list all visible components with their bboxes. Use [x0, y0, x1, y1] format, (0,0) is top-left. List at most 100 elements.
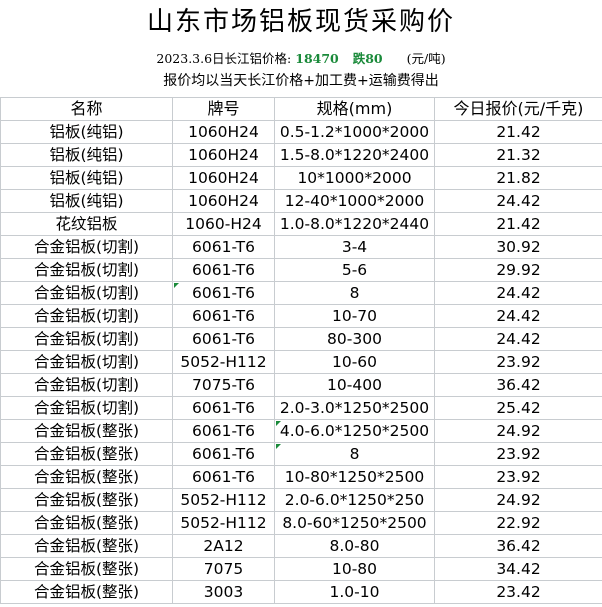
cell-price[interactable]: 34.42 — [434, 557, 602, 581]
cell-spec[interactable]: 2.0-3.0*1250*2500 — [274, 396, 435, 420]
cell-grade[interactable]: 1060H24 — [172, 143, 275, 167]
cell-spec[interactable]: 3-4 — [274, 235, 435, 259]
cell-price[interactable]: 25.42 — [434, 396, 602, 420]
cell-name[interactable]: 合金铝板(整张) — [0, 419, 173, 443]
cell-price[interactable]: 23.92 — [434, 442, 602, 466]
cell-grade[interactable]: 5052-H112 — [172, 488, 275, 512]
cell-spec[interactable]: 10-70 — [274, 304, 435, 328]
cell-spec[interactable]: 8 — [274, 442, 435, 466]
cell-price[interactable]: 24.42 — [434, 281, 602, 305]
table-row: 合金铝板(切割) 6061-T6 2.0-3.0*1250*2500 25.42 — [0, 396, 602, 420]
cell-name[interactable]: 合金铝板(切割) — [0, 235, 173, 259]
cell-spec[interactable]: 0.5-1.2*1000*2000 — [274, 120, 435, 144]
cell-price[interactable]: 21.82 — [434, 166, 602, 190]
cell-grade[interactable]: 6061-T6 — [172, 304, 275, 328]
cell-price[interactable]: 24.92 — [434, 488, 602, 512]
table-row: 合金铝板(切割) 6061-T6 10-70 24.42 — [0, 304, 602, 328]
cell-grade[interactable]: 1060H24 — [172, 166, 275, 190]
cell-name[interactable]: 铝板(纯铝) — [0, 166, 173, 190]
cell-name[interactable]: 合金铝板(整张) — [0, 442, 173, 466]
cell-grade[interactable]: 6061-T6 — [172, 235, 275, 259]
table-row: 合金铝板(整张) 6061-T6 10-80*1250*2500 23.92 — [0, 465, 602, 489]
cell-name[interactable]: 合金铝板(整张) — [0, 488, 173, 512]
cell-spec[interactable]: 8 — [274, 281, 435, 305]
table-row: 合金铝板(整张) 6061-T6 8 23.92 — [0, 442, 602, 466]
header-name[interactable]: 名称 — [0, 97, 173, 121]
cell-spec[interactable]: 10-400 — [274, 373, 435, 397]
cell-name[interactable]: 铝板(纯铝) — [0, 143, 173, 167]
cell-grade[interactable]: 7075 — [172, 557, 275, 581]
cell-spec[interactable]: 80-300 — [274, 327, 435, 351]
cell-price[interactable]: 36.42 — [434, 373, 602, 397]
cell-grade[interactable]: 1060-H24 — [172, 212, 275, 236]
cell-price[interactable]: 23.92 — [434, 465, 602, 489]
table-body: 铝板(纯铝) 1060H24 0.5-1.2*1000*2000 21.42 铝板(纯铝… — [0, 120, 602, 604]
cell-grade[interactable]: 5052-H112 — [172, 350, 275, 374]
cell-spec[interactable]: 8.0-60*1250*2500 — [274, 511, 435, 535]
cell-grade[interactable]: 2A12 — [172, 534, 275, 558]
cell-name[interactable]: 铝板(纯铝) — [0, 120, 173, 144]
cell-name[interactable]: 合金铝板(切割) — [0, 304, 173, 328]
cell-spec[interactable]: 1.5-8.0*1220*2400 — [274, 143, 435, 167]
cell-price[interactable]: 21.42 — [434, 120, 602, 144]
cell-grade[interactable]: 6061-T6 — [172, 396, 275, 420]
cell-price[interactable]: 29.92 — [434, 258, 602, 282]
cell-grade[interactable]: 1060H24 — [172, 120, 275, 144]
price-table: 名称 牌号 规格(mm) 今日报价(元/千克) 铝板(纯铝) 1060H24 0.5… — [0, 97, 602, 604]
cell-name[interactable]: 合金铝板(整张) — [0, 580, 173, 604]
cell-price[interactable]: 36.42 — [434, 534, 602, 558]
cell-spec[interactable]: 2.0-6.0*1250*250 — [274, 488, 435, 512]
cell-name[interactable]: 合金铝板(整张) — [0, 511, 173, 535]
cell-grade[interactable]: 6061-T6 — [172, 465, 275, 489]
cell-name[interactable]: 合金铝板(切割) — [0, 258, 173, 282]
cell-price[interactable]: 22.92 — [434, 511, 602, 535]
table-row: 铝板(纯铝) 1060H24 10*1000*2000 21.82 — [0, 166, 602, 190]
cell-grade[interactable]: 7075-T6 — [172, 373, 275, 397]
cell-grade[interactable]: 6061-T6 — [172, 419, 275, 443]
cell-price[interactable]: 24.42 — [434, 327, 602, 351]
cell-spec[interactable]: 4.0-6.0*1250*2500 — [274, 419, 435, 443]
cell-name[interactable]: 合金铝板(切割) — [0, 327, 173, 351]
cell-price[interactable]: 24.92 — [434, 419, 602, 443]
cell-grade[interactable]: 3003 — [172, 580, 275, 604]
aluminum-price: 18470 — [295, 51, 339, 66]
cell-name[interactable]: 合金铝板(切割) — [0, 373, 173, 397]
cell-grade[interactable]: 6061-T6 — [172, 442, 275, 466]
header-spec[interactable]: 规格(mm) — [274, 97, 435, 121]
cell-price[interactable]: 21.42 — [434, 212, 602, 236]
table-row: 合金铝板(切割) 6061-T6 5-6 29.92 — [0, 258, 602, 282]
table-row: 铝板(纯铝) 1060H24 1.5-8.0*1220*2400 21.32 — [0, 143, 602, 167]
cell-name[interactable]: 合金铝板(切割) — [0, 396, 173, 420]
header-grade[interactable]: 牌号 — [172, 97, 275, 121]
cell-price[interactable]: 21.32 — [434, 143, 602, 167]
cell-grade[interactable]: 6061-T6 — [172, 327, 275, 351]
cell-grade[interactable]: 5052-H112 — [172, 511, 275, 535]
cell-name[interactable]: 合金铝板(切割) — [0, 281, 173, 305]
cell-price[interactable]: 23.92 — [434, 350, 602, 374]
cell-spec[interactable]: 10-60 — [274, 350, 435, 374]
cell-spec[interactable]: 10-80*1250*2500 — [274, 465, 435, 489]
cell-grade[interactable]: 6061-T6 — [172, 258, 275, 282]
cell-price[interactable]: 24.42 — [434, 304, 602, 328]
cell-spec[interactable]: 12-40*1000*2000 — [274, 189, 435, 213]
cell-spec[interactable]: 10*1000*2000 — [274, 166, 435, 190]
cell-name[interactable]: 合金铝板(整张) — [0, 465, 173, 489]
cell-name[interactable]: 合金铝板(整张) — [0, 557, 173, 581]
cell-spec[interactable]: 1.0-10 — [274, 580, 435, 604]
cell-spec[interactable]: 1.0-8.0*1220*2440 — [274, 212, 435, 236]
cell-name[interactable]: 铝板(纯铝) — [0, 189, 173, 213]
cell-spec[interactable]: 5-6 — [274, 258, 435, 282]
table-row: 铝板(纯铝) 1060H24 0.5-1.2*1000*2000 21.42 — [0, 120, 602, 144]
table-row: 合金铝板(整张) 3003 1.0-10 23.42 — [0, 580, 602, 604]
cell-name[interactable]: 合金铝板(整张) — [0, 534, 173, 558]
cell-price[interactable]: 30.92 — [434, 235, 602, 259]
cell-price[interactable]: 24.42 — [434, 189, 602, 213]
cell-spec[interactable]: 10-80 — [274, 557, 435, 581]
cell-grade[interactable]: 1060H24 — [172, 189, 275, 213]
cell-spec[interactable]: 8.0-80 — [274, 534, 435, 558]
header-price[interactable]: 今日报价(元/千克) — [434, 97, 602, 121]
cell-grade[interactable]: 6061-T6 — [172, 281, 275, 305]
cell-name[interactable]: 花纹铝板 — [0, 212, 173, 236]
cell-name[interactable]: 合金铝板(切割) — [0, 350, 173, 374]
cell-price[interactable]: 23.42 — [434, 580, 602, 604]
